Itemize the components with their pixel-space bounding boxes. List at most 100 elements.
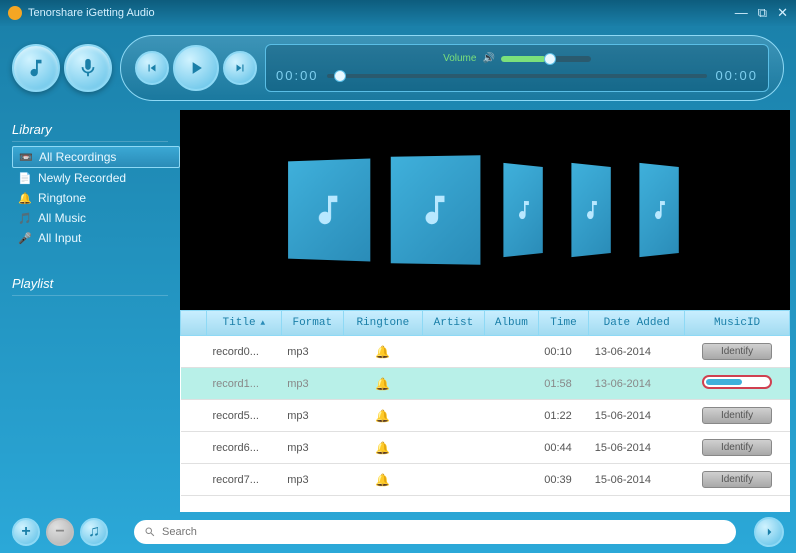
sidebar-item-label: Newly Recorded — [38, 171, 126, 185]
search-input[interactable] — [162, 526, 726, 538]
cell-title: record0... — [207, 336, 282, 368]
row-checkbox[interactable] — [181, 400, 207, 432]
document-icon: 📄 — [18, 171, 32, 185]
next-icon — [233, 61, 247, 75]
cell-musicid: Identify — [685, 336, 790, 368]
album-cover — [571, 163, 610, 257]
search-icon — [144, 526, 156, 538]
table-row[interactable]: record5...mp3🔔01:2215-06-2014Identify — [181, 400, 790, 432]
playlist-options-button[interactable]: ♫ — [80, 518, 108, 546]
go-button[interactable] — [754, 517, 784, 547]
sidebar-item-ringtone[interactable]: 🔔 Ringtone — [12, 188, 180, 208]
speaker-icon: 🔊 — [482, 53, 494, 64]
music-tab-button[interactable] — [12, 44, 60, 92]
play-icon — [186, 58, 206, 78]
note-icon — [514, 198, 534, 223]
column-header[interactable]: Time — [538, 311, 589, 336]
visualizer — [180, 110, 790, 310]
column-header[interactable]: Ringtone — [343, 311, 422, 336]
table-row[interactable]: record1...mp3🔔01:5813-06-2014 — [181, 368, 790, 400]
cell-title: record5... — [207, 400, 282, 432]
album-cover — [288, 159, 370, 262]
cell-album — [485, 336, 539, 368]
cell-ringtone[interactable]: 🔔 — [343, 368, 422, 400]
identify-button[interactable]: Identify — [702, 439, 772, 456]
cell-title: record6... — [207, 432, 282, 464]
column-header[interactable]: Title — [207, 311, 282, 336]
identify-button[interactable]: Identify — [702, 343, 772, 360]
sidebar-item-newly-recorded[interactable]: 📄 Newly Recorded — [12, 168, 180, 188]
cell-ringtone[interactable]: 🔔 — [343, 464, 422, 496]
cell-date: 13-06-2014 — [589, 336, 685, 368]
cell-time: 00:10 — [538, 336, 589, 368]
cell-ringtone[interactable]: 🔔 — [343, 400, 422, 432]
bottom-bar: + − ♫ — [0, 512, 796, 552]
sidebar-item-label: All Input — [38, 231, 81, 245]
sidebar-item-all-recordings[interactable]: 📼 All Recordings — [12, 146, 180, 168]
progress-box: Volume 🔊 00:00 00:00 — [265, 44, 769, 92]
cell-time: 00:44 — [538, 432, 589, 464]
minimize-button[interactable]: — — [735, 5, 748, 21]
column-header[interactable] — [181, 311, 207, 336]
column-header[interactable]: MusicID — [685, 311, 790, 336]
table-row[interactable]: record6...mp3🔔00:4415-06-2014Identify — [181, 432, 790, 464]
column-header[interactable]: Album — [485, 311, 539, 336]
cell-artist — [422, 368, 484, 400]
prev-icon — [145, 61, 159, 75]
row-checkbox[interactable] — [181, 368, 207, 400]
remove-button[interactable]: − — [46, 518, 74, 546]
identify-button[interactable]: Identify — [702, 471, 772, 488]
cell-album — [485, 432, 539, 464]
cell-time: 01:22 — [538, 400, 589, 432]
recordings-table: TitleFormatRingtoneArtistAlbumTimeDate A… — [180, 310, 790, 496]
play-button[interactable] — [173, 45, 219, 91]
identify-button[interactable]: Identify — [702, 407, 772, 424]
row-checkbox[interactable] — [181, 336, 207, 368]
maximize-button[interactable]: ⧉ — [758, 5, 767, 21]
player-strip: Volume 🔊 00:00 00:00 — [120, 35, 784, 101]
table-row[interactable]: record0...mp3🔔 00:1013-06-2014 Identify — [181, 336, 790, 368]
cell-ringtone[interactable]: 🔔 — [343, 336, 422, 368]
cell-album — [485, 400, 539, 432]
mic-icon: 🎤 — [18, 231, 32, 245]
cell-time: 01:58 — [538, 368, 589, 400]
volume-slider[interactable] — [501, 56, 591, 62]
cell-musicid: Identify — [685, 400, 790, 432]
table-row[interactable]: record7...mp3🔔00:3915-06-2014Identify — [181, 464, 790, 496]
sidebar-item-label: All Music — [38, 211, 86, 225]
prev-button[interactable] — [135, 51, 169, 85]
time-current: 00:00 — [276, 68, 319, 83]
mic-tab-button[interactable] — [64, 44, 112, 92]
identify-progress — [702, 375, 772, 389]
column-header[interactable]: Artist — [422, 311, 484, 336]
time-total: 00:00 — [715, 68, 758, 83]
note-icon — [582, 198, 602, 223]
note-icon — [416, 191, 454, 229]
row-checkbox[interactable] — [181, 464, 207, 496]
cell-title: record1... — [207, 368, 282, 400]
cell-format: mp3 — [281, 400, 343, 432]
sidebar-item-label: Ringtone — [38, 191, 86, 205]
recordings-icon: 📼 — [19, 150, 33, 164]
next-button[interactable] — [223, 51, 257, 85]
sidebar-item-all-music[interactable]: 🎵 All Music — [12, 208, 180, 228]
column-header[interactable]: Date Added — [589, 311, 685, 336]
cell-title: record7... — [207, 464, 282, 496]
seek-slider[interactable] — [327, 74, 708, 78]
cell-format: mp3 — [281, 336, 343, 368]
row-checkbox[interactable] — [181, 432, 207, 464]
close-button[interactable]: ✕ — [777, 5, 788, 21]
volume-label: Volume — [443, 53, 476, 64]
top-panel: Volume 🔊 00:00 00:00 — [0, 26, 796, 110]
sidebar-item-all-input[interactable]: 🎤 All Input — [12, 228, 180, 248]
note-icon — [310, 191, 347, 230]
app-icon — [8, 6, 22, 20]
titlebar: Tenorshare iGetting Audio — ⧉ ✕ — [0, 0, 796, 26]
album-cover — [503, 163, 542, 257]
arrow-right-icon — [762, 525, 776, 539]
add-button[interactable]: + — [12, 518, 40, 546]
cell-ringtone[interactable]: 🔔 — [343, 432, 422, 464]
divider — [12, 295, 168, 296]
cell-musicid: Identify — [685, 464, 790, 496]
column-header[interactable]: Format — [281, 311, 343, 336]
